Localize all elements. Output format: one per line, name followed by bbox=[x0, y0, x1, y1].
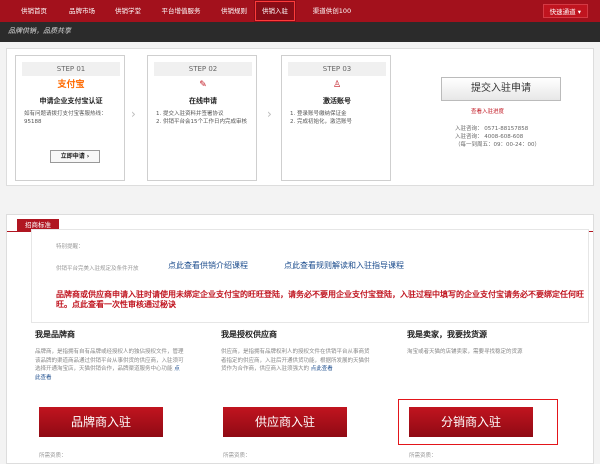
column-heading: 我是卖家，我要找货源 bbox=[407, 330, 487, 339]
contact-line: 入驻咨询： 4008-608-608 bbox=[455, 134, 524, 140]
notice-text: 供销平台完美入驻规定及条件开放 bbox=[56, 266, 139, 272]
top-nav: 供销首页 品牌市场 供销学堂 平台增值服务 供销规则 供销入驻 渠道供创100 … bbox=[0, 0, 600, 22]
column-brand: 我是品牌商 品牌商，是指拥有自有品牌或经授权人的独佔授权文件，管理该品牌的渠道商… bbox=[35, 329, 185, 459]
notice-box: 特别提醒： 供销平台完美入驻规定及条件开放 点此查看供销介绍课程 点此查看规则解… bbox=[31, 229, 589, 323]
nav-item-home[interactable]: 供销首页 bbox=[14, 0, 54, 22]
apply-now-button[interactable]: 立即申请 › bbox=[50, 150, 100, 163]
contact-line: 入驻咨询： 0571-88157858 bbox=[455, 126, 529, 132]
nav-item-brand-market[interactable]: 品牌市场 bbox=[62, 0, 102, 22]
warning-text: 品牌商或供应商申请入驻时请使用未绑定企业支付宝的旺旺登陆，请务必不要用企业支付宝… bbox=[56, 290, 584, 309]
slogan: 品牌供销，品质共享 bbox=[8, 27, 71, 35]
submit-application-button[interactable]: 提交入驻申请 bbox=[441, 77, 561, 101]
step-label: STEP 01 bbox=[22, 62, 120, 76]
step-title: 在线申请 bbox=[189, 97, 217, 105]
nav-item-services[interactable]: 平台增值服务 bbox=[154, 0, 208, 22]
tip-label: 特别提醒： bbox=[56, 244, 84, 250]
footer-text: 所需资质： bbox=[223, 453, 251, 459]
chevron-right-icon: › bbox=[131, 107, 136, 121]
step-desc: 1. 登录账号缴纳保证金 2. 完成初始化，激活账号 bbox=[290, 111, 352, 125]
step-label: STEP 03 bbox=[288, 62, 386, 76]
nav-item-rules[interactable]: 供销规则 bbox=[214, 0, 254, 22]
step-card-1: STEP 01 支付宝 申请企业支付宝认证 如有问题请拨打支付宝客服热线： 95… bbox=[15, 55, 125, 181]
quick-access-dropdown[interactable]: 快速通道 ▾ bbox=[542, 4, 588, 18]
distributor-join-button[interactable]: 分销商入驻 bbox=[409, 407, 533, 437]
step-title: 申请企业支付宝认证 bbox=[39, 97, 103, 105]
course-link[interactable]: 点此查看供销介绍课程 bbox=[168, 260, 248, 271]
contact-info: 入驻咨询： 0571-88157858 入驻咨询： 4008-608-608 （… bbox=[455, 125, 540, 149]
more-link[interactable]: 点此查看 bbox=[311, 366, 333, 372]
footer-text: 所需资质： bbox=[409, 453, 437, 459]
column-desc: 品牌商，是指拥有自有品牌或经授权人的独佔授权文件，管理该品牌的渠道商品通过供销平… bbox=[35, 349, 184, 381]
column-heading: 我是品牌商 bbox=[35, 330, 75, 339]
alipay-logo: 支付宝 bbox=[57, 80, 85, 90]
contact-line: （每一到周五：09：00-24：00） bbox=[455, 142, 540, 148]
chevron-right-icon: › bbox=[267, 107, 272, 121]
footer-text: 所需资质： bbox=[39, 453, 67, 459]
column-desc: 供应商，是指拥有品牌权利人的授权文件在供销平台从事商货者指定的供应商，入驻后开通… bbox=[221, 349, 370, 372]
brand-join-button[interactable]: 品牌商入驻 bbox=[39, 407, 163, 437]
column-supplier: 我是授权供应商 供应商，是指拥有品牌权利人的授权文件在供销平台从事商货者指定的供… bbox=[221, 329, 371, 459]
banner: 品牌供销，品质共享 bbox=[0, 22, 600, 42]
rules-link[interactable]: 点此查看规则解读和入驻指导课程 bbox=[284, 260, 404, 271]
column-heading: 我是授权供应商 bbox=[221, 330, 277, 339]
steps-panel: STEP 01 支付宝 申请企业支付宝认证 如有问题请拨打支付宝客服热线： 95… bbox=[6, 48, 594, 186]
step-card-3: STEP 03 ♙ 激活账号 1. 登录账号缴纳保证金 2. 完成初始化，激活账… bbox=[281, 55, 391, 181]
apply-box: 提交入驻申请 查看入驻进度 入驻咨询： 0571-88157858 入驻咨询： … bbox=[413, 55, 589, 181]
user-icon: ♙ bbox=[332, 80, 342, 90]
pencil-icon: ✎ bbox=[199, 80, 207, 90]
step-title: 激活账号 bbox=[323, 97, 351, 105]
nav-item-channel[interactable]: 渠道供创100 bbox=[304, 0, 360, 22]
step-desc: 如有问题请拨打支付宝客服热线： 95188 bbox=[24, 111, 107, 125]
nav-item-academy[interactable]: 供销学堂 bbox=[108, 0, 148, 22]
recruit-panel: 招商标准 特别提醒： 供销平台完美入驻规定及条件开放 点此查看供销介绍课程 点此… bbox=[6, 214, 594, 464]
check-progress-link[interactable]: 查看入驻进度 bbox=[471, 107, 504, 115]
step-desc: 1. 提交入驻资料并签署协议 2. 供销平台会15个工作日内完成审核 bbox=[156, 111, 247, 125]
supplier-join-button[interactable]: 供应商入驻 bbox=[223, 407, 347, 437]
step-label: STEP 02 bbox=[154, 62, 252, 76]
step-card-2: STEP 02 ✎ 在线申请 1. 提交入驻资料并签署协议 2. 供销平台会15… bbox=[147, 55, 257, 181]
nav-item-join[interactable]: 供销入驻 bbox=[254, 0, 296, 22]
column-desc: 淘宝或者天猫的店铺卖家，需要寻找稳定的货源 bbox=[407, 349, 523, 355]
